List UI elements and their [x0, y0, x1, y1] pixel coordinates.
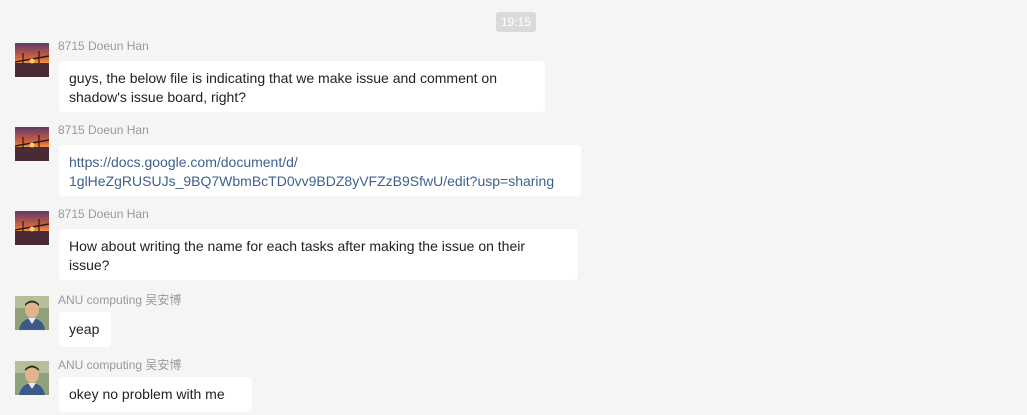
message-text: How about writing the name for each task… [69, 238, 526, 254]
person-photo-avatar[interactable] [15, 296, 49, 330]
message-bubble[interactable]: How about writing the name for each task… [59, 229, 578, 280]
timestamp-badge: 19:15 [496, 12, 536, 32]
message-text: guys, the below file is indicating that … [69, 70, 498, 86]
message-text: okey no problem with me [69, 386, 225, 402]
sender-name: ANU computing 吴安博 [58, 358, 182, 372]
message-link[interactable]: 1glHeZgRUSUJs_9BQ7WbmBcTD0vv9BDZ8yVFZzB9… [69, 172, 571, 191]
message-text: shadow's issue board, right? [69, 89, 246, 105]
message-link[interactable]: https://docs.google.com/document/d/ [69, 153, 571, 172]
sender-name: 8715 Doeun Han [58, 39, 149, 53]
message-bubble[interactable]: okey no problem with me [59, 377, 252, 412]
sender-name: ANU computing 吴安博 [58, 293, 182, 307]
message-text: yeap [69, 321, 100, 337]
sunset-bridge-avatar[interactable] [15, 127, 49, 161]
sender-name: 8715 Doeun Han [58, 207, 149, 221]
chat-area: 19:15 8715 Doeun Han guys, the below fil… [0, 0, 1027, 415]
sunset-bridge-avatar[interactable] [15, 43, 49, 77]
sender-name: 8715 Doeun Han [58, 123, 149, 137]
sunset-bridge-avatar[interactable] [15, 211, 49, 245]
person-photo-avatar[interactable] [15, 361, 49, 395]
message-bubble[interactable]: yeap [59, 312, 111, 347]
message-bubble[interactable]: guys, the below file is indicating that … [59, 61, 545, 112]
message-text: issue? [69, 257, 110, 273]
message-bubble[interactable]: https://docs.google.com/document/d/ 1glH… [59, 145, 581, 196]
